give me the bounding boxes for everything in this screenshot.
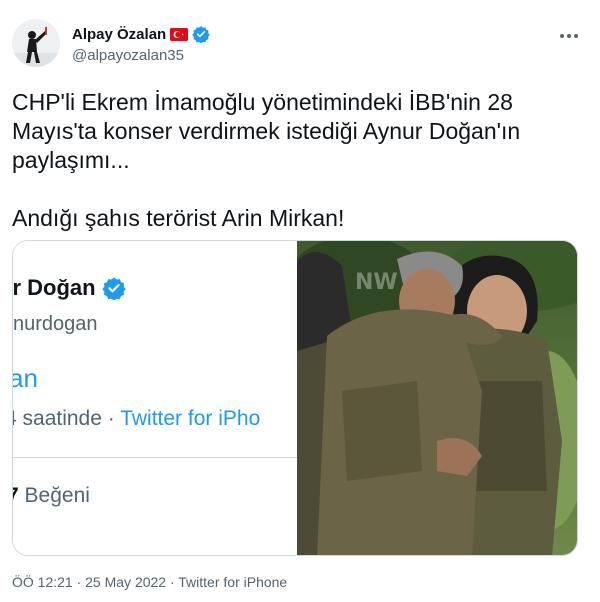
tweet-text: CHP'li Ekrem İmamoğlu yönetimindeki İBB'… — [12, 89, 521, 231]
more-horizontal-icon[interactable] — [554, 24, 584, 48]
screenshot-time-prefix: 4 saatinde · — [13, 407, 121, 430]
screenshot-likes: 7 Beğeni — [13, 484, 90, 508]
name-row: Alpay Özalan — [72, 24, 210, 44]
author-handle[interactable]: @alpayozalan35 — [72, 47, 210, 64]
verified-badge-icon — [101, 277, 126, 300]
screenshot-name-row: ur Doğan — [13, 275, 126, 301]
screenshot-source: Twitter for iPho — [120, 407, 261, 430]
avatar[interactable] — [12, 19, 60, 67]
tweet-timestamp[interactable]: ÖÖ 12:21 · 25 May 2022 · Twitter for iPh… — [12, 574, 287, 590]
verified-badge-icon — [192, 25, 210, 44]
embedded-photo[interactable]: NW — [297, 241, 577, 555]
tweet-header: Alpay Özalan @alpayozalan35 — [12, 16, 588, 72]
screenshot-divider — [13, 457, 297, 458]
author-names: Alpay Özalan @alpayozalan35 — [72, 24, 210, 64]
photo-watermark: NW — [355, 270, 398, 295]
display-name[interactable]: Alpay Özalan — [72, 26, 166, 43]
tweet-media[interactable]: ur Doğan ynurdogan an 4 saatinde · Twitt… — [12, 240, 578, 556]
screenshot-display-name: ur Doğan — [13, 275, 96, 300]
embedded-tweet-screenshot[interactable]: ur Doğan ynurdogan an 4 saatinde · Twitt… — [13, 241, 297, 555]
screenshot-text: an — [13, 363, 38, 393]
turkey-flag-icon — [170, 27, 189, 41]
screenshot-handle: ynurdogan — [13, 313, 98, 335]
screenshot-time: 4 saatinde · Twitter for iPho — [13, 407, 260, 431]
screenshot-likes-label: Beğeni — [18, 484, 90, 507]
